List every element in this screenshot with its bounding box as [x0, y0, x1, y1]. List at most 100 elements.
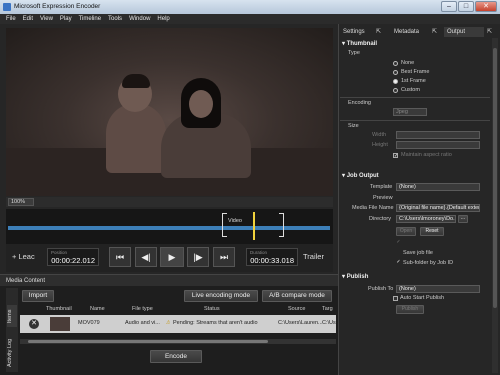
height-field[interactable] — [396, 141, 480, 149]
option-1st-frame-label: 1st Frame — [401, 78, 426, 84]
duration-timecode[interactable]: Duration 00:00:33.018 — [246, 248, 298, 266]
table-row[interactable]: ✕ MOV079 Audio and vi... ⚠ Pending: Stre… — [20, 315, 336, 333]
option-custom-label: Custom — [401, 87, 420, 93]
tab-items[interactable]: Items — [7, 305, 17, 327]
position-timecode[interactable]: Position 00:00:22.012 — [47, 248, 99, 266]
popout-icon[interactable]: ⇱ — [432, 27, 437, 37]
lead-button[interactable]: + Leac — [12, 248, 35, 266]
publish-to-label: Publish To — [368, 286, 394, 292]
next-frame-button[interactable]: ⏭ — [213, 247, 235, 267]
col-target[interactable]: Targ — [322, 306, 333, 312]
position-value: 00:00:22.012 — [51, 256, 95, 265]
reset-button[interactable]: Reset — [420, 227, 444, 236]
warning-icon: ⚠ — [166, 320, 170, 326]
lead-label: Leac — [18, 252, 35, 261]
encoding-select[interactable]: Jpeg — [393, 108, 427, 116]
open-button[interactable]: Open — [396, 227, 416, 236]
menu-window[interactable]: Window — [129, 14, 150, 24]
browse-button[interactable]: ... — [458, 215, 468, 223]
title-bar: Microsoft Expression Encoder – □ ✕ — [0, 0, 500, 14]
right-panel-scrollbar[interactable] — [492, 38, 498, 373]
tab-metadata[interactable]: Metadata — [394, 27, 419, 37]
row-status: Pending: Streams that aren't audio — [173, 320, 258, 326]
skip-forward-icon: ⏭ — [219, 252, 229, 262]
menu-timeline[interactable]: Timeline — [79, 14, 101, 24]
publish-button[interactable]: Publish — [396, 305, 424, 314]
encoding-label: Encoding — [348, 100, 371, 106]
col-thumbnail[interactable]: Thumbnail — [46, 306, 72, 312]
menu-edit[interactable]: Edit — [23, 14, 33, 24]
position-label: Position — [51, 250, 68, 255]
menu-help[interactable]: Help — [157, 14, 169, 24]
thumbnail-section-header[interactable]: ▾ Thumbnail — [342, 40, 490, 49]
tab-settings[interactable]: Settings — [343, 27, 365, 37]
col-name[interactable]: Name — [90, 306, 105, 312]
trailer-button[interactable]: Trailer — [303, 248, 324, 266]
auto-start-publish-label: Auto Start Publish — [400, 295, 445, 301]
maintain-aspect-label: Maintain aspect ratio — [401, 152, 452, 158]
menu-play[interactable]: Play — [60, 14, 72, 24]
job-output-section-header[interactable]: ▾ Job Output — [342, 172, 490, 181]
media-content-title: Media Content — [6, 278, 46, 284]
save-job-checkbox[interactable] — [396, 250, 401, 255]
zoom-select[interactable]: 100% — [8, 198, 34, 206]
zoom-bar — [6, 197, 333, 207]
subfolder-checkbox[interactable]: ✓ — [396, 260, 401, 265]
job-output-title: Job Output — [346, 173, 379, 179]
width-field[interactable] — [396, 131, 480, 139]
media-file-name-field[interactable]: {Original file name}.{Default exten... — [396, 204, 480, 212]
media-file-name-label: Media File Name — [352, 205, 394, 211]
skip-back-icon: ⏮ — [115, 252, 125, 262]
live-encoding-mode-button[interactable]: Live encoding mode — [184, 290, 258, 302]
save-job-label: Save job file — [403, 250, 433, 256]
mark-in-handle[interactable] — [222, 213, 227, 237]
maintain-aspect-checkbox[interactable]: ✓ — [393, 153, 398, 159]
previous-frame-button[interactable]: ⏮ — [109, 247, 131, 267]
directory-field[interactable]: C:\Users\lmoroney\Do... — [396, 215, 456, 223]
row-target: C:\Use — [322, 320, 336, 326]
tab-output[interactable]: Output — [444, 27, 484, 37]
radio-1st-frame[interactable] — [393, 79, 398, 84]
play-button[interactable]: ▶ — [160, 247, 184, 267]
width-label: Width — [372, 132, 387, 138]
menu-tools[interactable]: Tools — [108, 14, 122, 24]
divider — [340, 120, 490, 121]
minimize-button[interactable]: – — [441, 1, 457, 12]
maximize-button[interactable]: □ — [458, 1, 474, 12]
publish-section-header[interactable]: ▾ Publish — [342, 273, 490, 282]
step-forward-button[interactable]: |▶ — [187, 247, 209, 267]
height-label: Height — [372, 142, 388, 148]
close-button[interactable]: ✕ — [475, 1, 497, 12]
grayed-checkbox: ✓ — [396, 239, 401, 245]
step-back-button[interactable]: ◀| — [135, 247, 157, 267]
remove-item-icon[interactable]: ✕ — [29, 319, 39, 329]
encode-button[interactable]: Encode — [150, 350, 202, 363]
mark-out-handle[interactable] — [279, 213, 284, 237]
col-status[interactable]: Status — [204, 306, 220, 312]
menu-bar: File Edit View Play Timeline Tools Windo… — [0, 14, 500, 24]
import-button[interactable]: Import — [22, 290, 54, 302]
radio-best-frame[interactable] — [393, 70, 398, 75]
menu-file[interactable]: File — [6, 14, 16, 24]
col-file-type[interactable]: File type — [132, 306, 153, 312]
publish-to-select[interactable]: (None) — [396, 285, 480, 293]
radio-none[interactable] — [393, 61, 398, 66]
media-horizontal-scrollbar[interactable] — [20, 339, 336, 344]
popout-icon[interactable]: ⇱ — [487, 27, 492, 37]
playhead[interactable] — [253, 212, 255, 240]
size-label: Size — [348, 123, 359, 129]
subfolder-label: Sub-folder by Job ID — [403, 260, 454, 266]
popout-icon[interactable]: ⇱ — [376, 27, 381, 37]
menu-view[interactable]: View — [40, 14, 53, 24]
row-source: C:\Users\Lauren... — [278, 320, 322, 326]
video-preview — [6, 28, 333, 196]
ab-compare-mode-button[interactable]: A/B compare mode — [262, 290, 332, 302]
auto-start-publish-checkbox[interactable] — [393, 296, 398, 301]
duration-label: Duration — [250, 250, 268, 255]
col-source[interactable]: Source — [288, 306, 305, 312]
window-title: Microsoft Expression Encoder — [14, 3, 101, 10]
media-content-header: Media Content — [0, 274, 338, 286]
template-select[interactable]: (None) — [396, 183, 480, 191]
radio-custom[interactable] — [393, 88, 398, 93]
tab-activity-log[interactable]: Activity Log — [7, 335, 17, 371]
